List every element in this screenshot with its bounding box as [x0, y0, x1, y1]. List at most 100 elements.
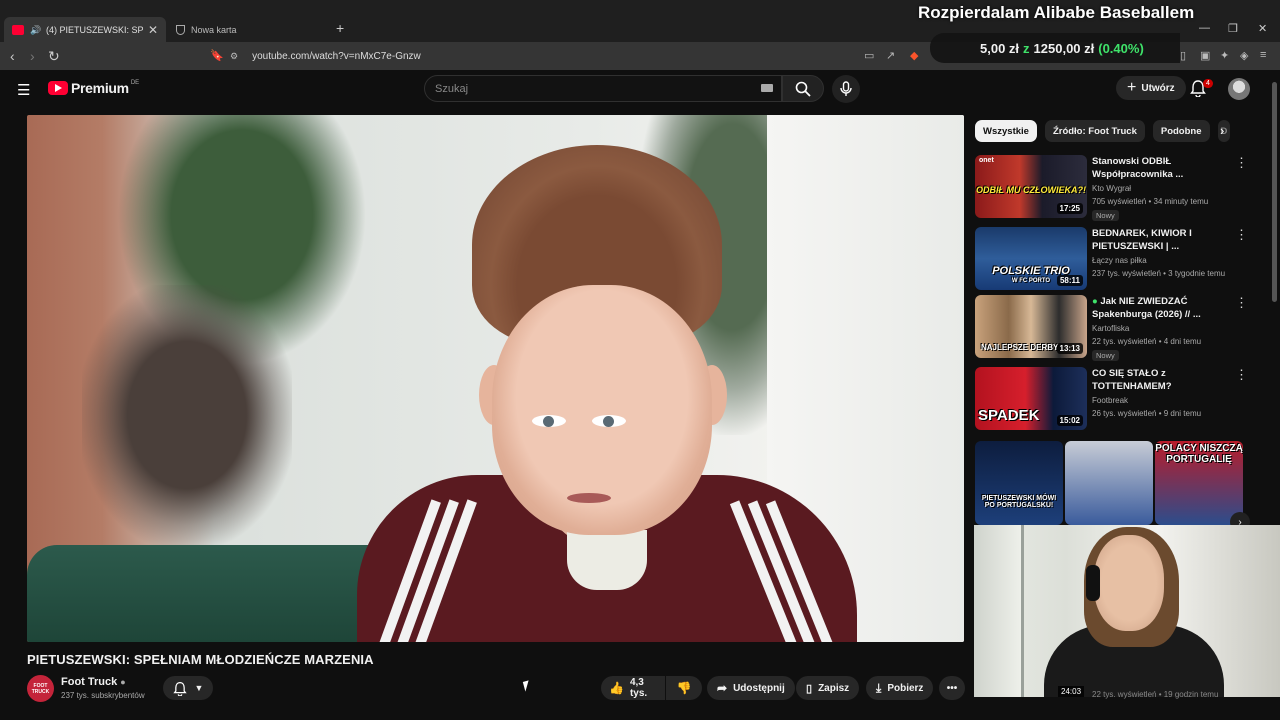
share-arrow-icon: ➦ — [717, 681, 728, 695]
more-actions-button[interactable]: ••• — [939, 676, 965, 700]
more-vertical-icon[interactable]: ⋮ — [1235, 227, 1248, 243]
hamburger-menu-icon[interactable]: ☰ — [17, 81, 30, 99]
maximize-icon[interactable]: ❐ — [1228, 22, 1238, 35]
short-thumbnail[interactable]: POLACY NISZCZĄ PORTUGALIĘ — [1155, 441, 1243, 525]
page-scrollbar[interactable] — [1272, 82, 1277, 302]
chip-all[interactable]: Wszystkie — [975, 120, 1037, 142]
recommendation-item[interactable]: onet ODBIŁ MU CZŁOWIEKA?! 17:25 Stanowsk… — [975, 155, 1248, 221]
search-button[interactable] — [782, 75, 824, 102]
channel-name[interactable]: Kartofliska — [1092, 324, 1129, 333]
reload-icon[interactable]: ↻ — [48, 48, 60, 64]
short-thumbnail[interactable] — [1065, 441, 1153, 525]
search-icon — [795, 81, 811, 97]
video-duration: 17:25 — [1056, 203, 1083, 214]
filter-chips: Wszystkie Źródło: Foot Truck Podobne D — [975, 120, 1230, 142]
back-icon[interactable]: ‹ — [10, 48, 15, 64]
close-tab-icon[interactable]: ✕ — [148, 23, 158, 37]
download-icon: ⤓ — [876, 680, 882, 695]
channel-name[interactable]: Footbreak — [1092, 396, 1128, 405]
partially-hidden-meta: 22 tys. wyświetleń • 19 godzin temu — [1092, 690, 1219, 699]
video-thumbnail[interactable]: POLSKIE TRIO W FC PORTO 58:11 — [975, 227, 1087, 290]
sidebar-icon[interactable]: ▯ — [1180, 49, 1186, 62]
headset-icon — [1086, 565, 1100, 601]
channel-name[interactable]: Foot Truck ● — [61, 676, 126, 688]
bookmark-icon[interactable]: 🔖 — [210, 48, 224, 64]
video-title[interactable]: Stanowski ODBIŁ Współpracownika ... — [1092, 155, 1222, 181]
short-text: PIETUSZEWSKI MÓWI PO PORTUGALSKU! — [981, 495, 1057, 509]
save-label: Zapisz — [818, 682, 850, 694]
create-button[interactable]: + Utwórz — [1116, 76, 1186, 100]
cast-icon[interactable]: ▭ — [864, 49, 874, 62]
video-title[interactable]: ● Jak NIE ZWIEDZAĆ Spakenburga (2026) //… — [1092, 295, 1222, 321]
webcam-underlying-duration: 24:03 — [1058, 686, 1085, 697]
video-title[interactable]: BEDNAREK, KIWIOR I PIETUSZEWSKI | ... — [1092, 227, 1222, 253]
search-placeholder: Szukaj — [435, 82, 469, 95]
audio-icon[interactable]: 🔊 — [30, 25, 41, 35]
recommendation-item[interactable]: NAJLEPSZE DERBY 13:13 ● Jak NIE ZWIEDZAĆ… — [975, 295, 1248, 361]
browser-tab-inactive[interactable]: Nowa karta — [168, 17, 328, 42]
share-button[interactable]: ➦ Udostępnij — [707, 676, 795, 700]
short-thumbnail[interactable]: PIETUSZEWSKI MÓWI PO PORTUGALSKU! — [975, 441, 1063, 525]
shield-favicon-icon — [176, 24, 185, 35]
user-avatar[interactable] — [1228, 78, 1250, 100]
thumbs-down-icon: 👎 — [676, 681, 692, 695]
chip-source[interactable]: Źródło: Foot Truck — [1044, 120, 1145, 142]
notifications-badge: 4 — [1203, 79, 1213, 88]
like-count: 4,3 tys. — [629, 677, 648, 699]
video-player[interactable] — [27, 115, 964, 642]
channel-avatar[interactable]: FOOT TRUCK — [27, 675, 54, 702]
webcam-face — [1094, 535, 1164, 631]
subscription-notifications-button[interactable]: ▼ — [163, 676, 213, 700]
plus-icon: + — [1127, 79, 1137, 96]
recommendation-item[interactable]: SPADEK 15:02 CO SIĘ STAŁO z TOTTENHAMEM?… — [975, 367, 1248, 431]
share-icon[interactable]: ↗ — [886, 49, 895, 62]
microphone-icon — [840, 81, 852, 96]
video-title-text: Jak NIE ZWIEDZAĆ Spakenburga (2026) // .… — [1092, 296, 1201, 320]
recommendation-item[interactable]: POLSKIE TRIO W FC PORTO 58:11 BEDNAREK, … — [975, 227, 1248, 291]
channel-name-text: Foot Truck — [61, 676, 118, 688]
video-meta: 237 tys. wyświetleń • 3 tygodnie temu — [1092, 269, 1226, 278]
like-button[interactable]: 👍 4,3 tys. — [601, 676, 665, 700]
site-info-icon[interactable]: ⚙ — [230, 51, 238, 62]
voice-search-button[interactable] — [832, 75, 860, 103]
more-vertical-icon[interactable]: ⋮ — [1235, 295, 1248, 311]
address-bar[interactable]: ⚙ youtube.com/watch?v=nMxC7e-Gnzw — [230, 45, 930, 67]
chevron-right-icon[interactable]: › — [1220, 123, 1224, 138]
channel-name[interactable]: Łączy nas piłka — [1092, 256, 1147, 265]
youtube-header: ☰ Premium DE Szukaj + Utwórz 4 — [0, 70, 1280, 108]
keyboard-icon[interactable] — [761, 84, 773, 92]
video-meta: 705 wyświetleń • 34 minuty temu — [1092, 197, 1209, 206]
logo-country: DE — [130, 80, 140, 86]
youtube-play-icon — [48, 81, 68, 95]
close-window-icon[interactable]: ✕ — [1258, 22, 1267, 35]
thumb-brand-label: onet — [979, 157, 994, 164]
new-badge: Nowy — [1092, 210, 1119, 221]
video-thumbnail[interactable]: NAJLEPSZE DERBY 13:13 — [975, 295, 1087, 358]
new-tab-button[interactable]: + — [336, 20, 344, 36]
video-thumbnail[interactable]: SPADEK 15:02 — [975, 367, 1087, 430]
forward-icon[interactable]: › — [30, 48, 35, 64]
brave-shield-icon[interactable]: ◆ — [910, 49, 918, 62]
chip-related[interactable]: Podobne — [1152, 120, 1210, 142]
leo-icon[interactable]: ✦ — [1220, 49, 1229, 62]
donate-amount: 5,00 zł — [980, 40, 1020, 56]
youtube-premium-logo[interactable]: Premium DE — [48, 80, 139, 96]
more-vertical-icon[interactable]: ⋮ — [1235, 155, 1248, 171]
video-title[interactable]: CO SIĘ STAŁO z TOTTENHAMEM? — [1092, 367, 1222, 393]
green-dot-icon: ● — [1092, 296, 1098, 307]
video-thumbnail[interactable]: onet ODBIŁ MU CZŁOWIEKA?! 17:25 — [975, 155, 1087, 218]
dislike-button[interactable]: 👎 — [666, 676, 702, 700]
browser-tab-active[interactable]: 🔊 (4) PIETUSZEWSKI: SPEŁNIAM ✕ — [4, 17, 166, 42]
minimize-icon[interactable]: — — [1199, 22, 1210, 34]
more-vertical-icon[interactable]: ⋮ — [1235, 367, 1248, 383]
menu-icon[interactable]: ≡ — [1260, 49, 1266, 61]
video-duration: 13:13 — [1056, 343, 1083, 354]
search-input[interactable]: Szukaj — [424, 75, 782, 102]
vpn-icon[interactable]: ◈ — [1240, 49, 1248, 62]
download-button[interactable]: ⤓ Pobierz — [866, 676, 934, 700]
channel-name[interactable]: Kto Wygrał — [1092, 184, 1131, 193]
wallet-icon[interactable]: ▣ — [1200, 49, 1210, 62]
save-button[interactable]: ▯ Zapisz — [796, 676, 860, 700]
share-label: Udostępnij — [733, 682, 785, 694]
bell-icon — [172, 681, 187, 696]
